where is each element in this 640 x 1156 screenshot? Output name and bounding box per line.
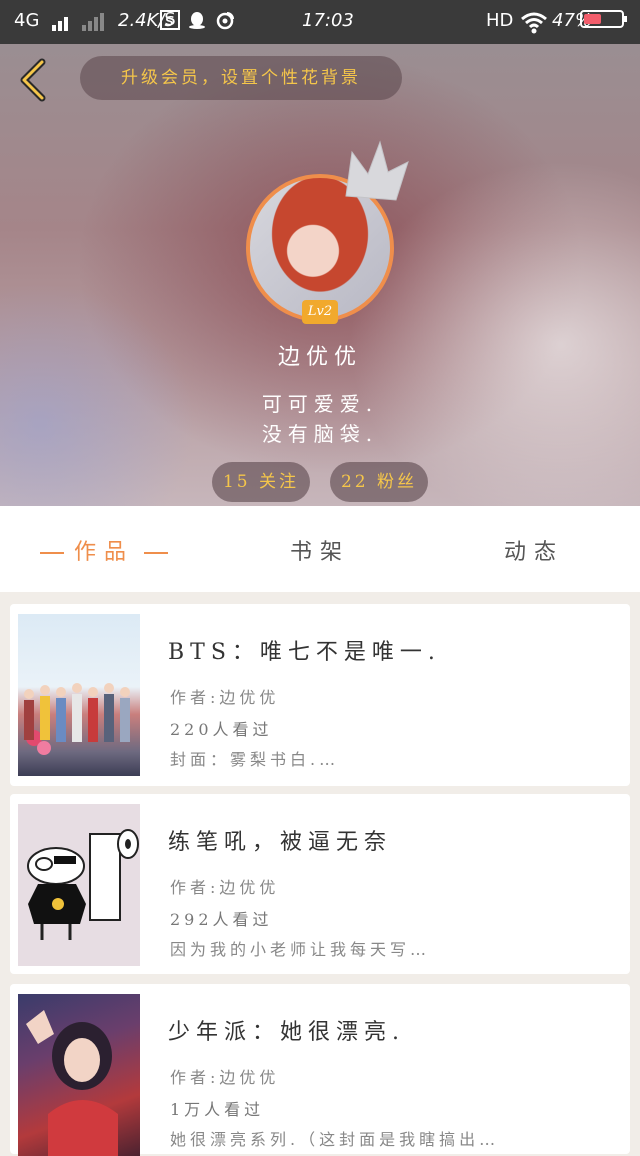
tab-active-indicator-left — [40, 552, 64, 554]
work-description: 封面：雾梨书白.… — [170, 750, 340, 769]
following-count-button[interactable]: 15 关注 — [212, 462, 310, 502]
tab-works-label: 作品 — [74, 540, 135, 565]
back-button[interactable] — [14, 58, 54, 102]
signal-2-icon — [82, 10, 106, 31]
upgrade-vip-banner[interactable]: 升级会员，设置个性花背景 — [80, 56, 402, 100]
fans-count-button[interactable]: 22 粉丝 — [330, 462, 428, 502]
tab-active-indicator-right — [144, 552, 169, 554]
level-badge: Lv2 — [302, 300, 338, 324]
tab-shelf[interactable]: 书架 — [290, 534, 350, 566]
tab-works[interactable]: 作品 — [30, 534, 178, 566]
work-views: 220人看过 — [170, 720, 273, 739]
s-app-icon: S — [160, 10, 180, 30]
work-description: 她很漂亮系列.（这封面是我瞎搞出… — [170, 1130, 500, 1149]
work-author: 作者:边优优 — [170, 878, 280, 897]
network-type: 4G — [14, 10, 40, 31]
bio: 可可爱爱. 没有脑袋. — [0, 389, 640, 449]
work-cover-image — [18, 804, 140, 966]
work-views: 1万人看过 — [170, 1100, 265, 1119]
battery-icon — [580, 10, 627, 28]
signal-icon — [52, 10, 70, 31]
profile-tabs: 作品 书架 动态 — [0, 506, 640, 592]
clock: 17:03 — [302, 10, 354, 31]
bio-line-2: 没有脑袋. — [261, 422, 379, 446]
tab-feed[interactable]: 动态 — [504, 534, 564, 566]
list-item[interactable]: 少年派：她很漂亮. 作者:边优优 1万人看过 她很漂亮系列.（这封面是我瞎搞出… — [10, 984, 630, 1156]
status-bar: 4G 2.4K/s S 17:03 HD 47% — [0, 0, 640, 44]
chevron-left-icon — [20, 58, 46, 102]
avatar-container[interactable]: Lv2 — [246, 140, 409, 324]
profile-header: 升级会员，设置个性花背景 Lv2 边优优 可可爱爱. 没有脑袋. 15 关注 2… — [0, 44, 640, 506]
work-title: BTS：唯七不是唯一. — [168, 640, 441, 665]
weibo-icon — [214, 10, 236, 32]
wifi-icon — [520, 10, 548, 41]
bio-line-1: 可可爱爱. — [261, 392, 379, 416]
work-cover-image — [18, 614, 140, 776]
qq-icon — [186, 10, 208, 32]
crown-icon — [345, 140, 409, 201]
work-title: 少年派：她很漂亮. — [168, 1020, 405, 1045]
work-title: 练笔吼，被逼无奈 — [168, 830, 393, 855]
username: 边优优 — [277, 345, 362, 370]
work-views: 292人看过 — [170, 910, 273, 929]
list-item[interactable]: 练笔吼，被逼无奈 作者:边优优 292人看过 因为我的小老师让我每天写… — [10, 794, 630, 974]
hd-indicator: HD — [486, 10, 514, 31]
work-author: 作者:边优优 — [170, 1068, 280, 1087]
work-cover-image — [18, 994, 140, 1156]
work-author: 作者:边优优 — [170, 688, 280, 707]
list-item[interactable]: BTS：唯七不是唯一. 作者:边优优 220人看过 封面：雾梨书白.… — [10, 604, 630, 786]
work-description: 因为我的小老师让我每天写… — [170, 940, 431, 959]
